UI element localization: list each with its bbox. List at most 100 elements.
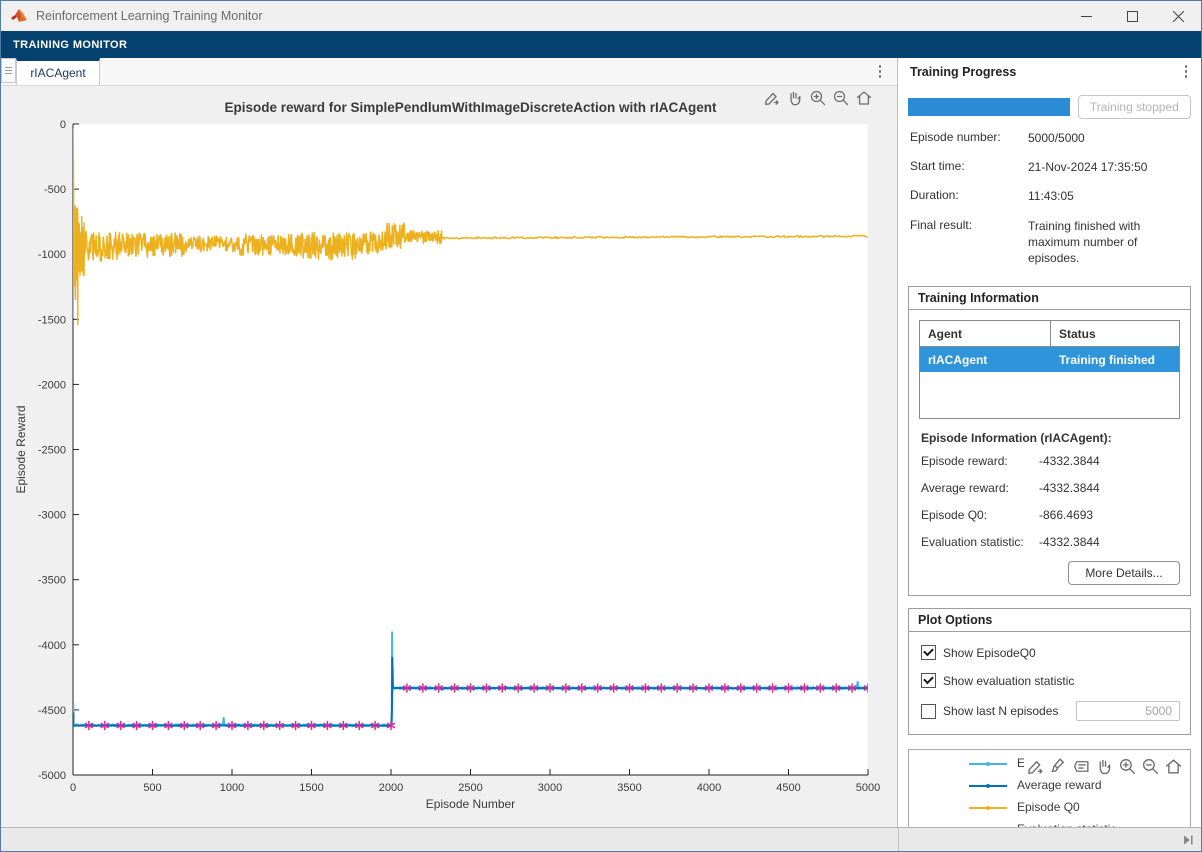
expand-panel-icon[interactable]: [1182, 834, 1194, 846]
document-tab-strip: rIACAgent: [1, 58, 897, 86]
tab-training-monitor[interactable]: TRAINING MONITOR: [13, 39, 127, 51]
document-menu-kebab-icon[interactable]: [871, 58, 889, 85]
zoom-out-icon[interactable]: [831, 88, 850, 107]
episode-q0-value: -866.4693: [1039, 508, 1093, 522]
panel-menu-kebab-icon[interactable]: [1177, 58, 1195, 85]
panel-title: Training Progress: [910, 65, 1016, 79]
episode-q0-line-sample: [969, 807, 1007, 809]
show-last-n-episodes-checkbox[interactable]: [921, 704, 936, 719]
export-icon[interactable]: [1026, 757, 1045, 776]
matlab-logo-icon: [10, 8, 28, 24]
show-evaluation-statistic-checkbox[interactable]: [921, 673, 936, 688]
episode-information-title: Episode Information (rIACAgent):: [921, 431, 1180, 445]
svg-text:-4000: -4000: [38, 640, 66, 652]
table-empty-area: [920, 372, 1179, 418]
evaluation-statistic-stat: Evaluation statistic: -4332.3844: [921, 528, 1178, 555]
svg-text:-3500: -3500: [38, 575, 66, 587]
floating-axes-toolbar: [1024, 756, 1185, 777]
training-progress-panel: Training Progress Training stopped Episo…: [898, 58, 1201, 827]
svg-text:-4500: -4500: [38, 705, 66, 717]
pan-hand-icon[interactable]: [785, 88, 804, 107]
duration-value: 11:43:05: [1028, 188, 1188, 204]
toolstrip: TRAINING MONITOR: [1, 31, 1201, 58]
plot-options-section: Plot Options Show EpisodeQ0 Show evaluat…: [908, 608, 1191, 735]
table-header-row: Agent Status: [920, 321, 1179, 347]
episode-q0-stat: Episode Q0: -866.4693: [921, 501, 1178, 528]
training-stopped-button[interactable]: Training stopped: [1078, 95, 1191, 119]
zoom-in-icon[interactable]: [1118, 757, 1137, 776]
status-bar: [1, 827, 1201, 852]
zoom-in-icon[interactable]: [808, 88, 827, 107]
show-evaluation-statistic-option[interactable]: Show evaluation statistic: [921, 673, 1180, 688]
average-reward-stat: Average reward: -4332.3844: [921, 474, 1178, 501]
column-header-agent: Agent: [920, 321, 1051, 346]
show-episodeq0-checkbox[interactable]: [921, 645, 936, 660]
figure-canvas: 0 500 1000 1500 2000 2500 3000 3500 4000 4500 5000…: [1, 86, 897, 828]
restore-view-icon[interactable]: [1164, 757, 1183, 776]
svg-text:0: 0: [70, 782, 76, 794]
final-result-value: Training finished with maximum number of…: [1028, 218, 1178, 267]
pan-hand-icon[interactable]: [1095, 757, 1114, 776]
svg-text:5000: 5000: [856, 782, 880, 794]
svg-text:1000: 1000: [220, 782, 244, 794]
svg-text:-2000: -2000: [38, 379, 66, 391]
training-progress-bar: [908, 98, 1070, 116]
n-episodes-input[interactable]: 5000: [1076, 701, 1180, 721]
section-title: Training Information: [909, 287, 1190, 310]
progress-bar-fill: [908, 98, 1070, 116]
average-reward-line-sample: [969, 785, 1007, 787]
zoom-out-icon[interactable]: [1141, 757, 1160, 776]
episode-number-value: 5000/5000: [1028, 130, 1188, 146]
svg-text:2500: 2500: [458, 782, 482, 794]
episode-reward-stat: Episode reward: -4332.3844: [921, 447, 1178, 474]
svg-text:-3000: -3000: [38, 510, 66, 522]
svg-text:0: 0: [60, 119, 66, 131]
svg-text:-5000: -5000: [38, 770, 66, 782]
start-time-value: 21-Nov-2024 17:35:50: [1028, 159, 1188, 175]
svg-text:-500: -500: [44, 184, 66, 196]
svg-text:3500: 3500: [617, 782, 641, 794]
export-icon[interactable]: [762, 88, 781, 107]
minimize-button[interactable]: [1063, 1, 1109, 31]
episode-reward-value: -4332.3844: [1039, 454, 1100, 468]
svg-text:Episode Number: Episode Number: [426, 797, 515, 811]
datatips-icon[interactable]: [1072, 757, 1091, 776]
tab-strip-grip-icon[interactable]: [1, 58, 16, 83]
svg-text:500: 500: [143, 782, 161, 794]
window-title: Reinforcement Learning Training Monitor: [36, 9, 263, 23]
close-button[interactable]: [1155, 1, 1201, 31]
more-details-button[interactable]: More Details...: [1068, 561, 1180, 585]
svg-text:-1500: -1500: [38, 314, 66, 326]
evaluation-statistic-value: -4332.3844: [1039, 535, 1100, 549]
brush-icon[interactable]: [1049, 757, 1068, 776]
axes-toolbar: [762, 88, 873, 107]
duration-row: Duration: 11:43:05: [908, 181, 1191, 210]
start-time-row: Start time: 21-Nov-2024 17:35:50: [908, 152, 1191, 181]
episode-reward-line-sample: [969, 763, 1007, 765]
svg-text:Episode Reward: Episode Reward: [14, 405, 28, 493]
svg-text:-1000: -1000: [38, 249, 66, 261]
restore-view-icon[interactable]: [854, 88, 873, 107]
column-header-status: Status: [1051, 321, 1179, 346]
svg-text:4500: 4500: [776, 782, 800, 794]
section-title: Plot Options: [909, 609, 1190, 632]
svg-text:-2500: -2500: [38, 445, 66, 457]
show-episodeq0-option[interactable]: Show EpisodeQ0: [921, 645, 1180, 660]
svg-text:3000: 3000: [538, 782, 562, 794]
tab-rlacagent[interactable]: rIACAgent: [16, 58, 100, 85]
svg-text:Episode reward for SimplePendl: Episode reward for SimplePendlumWithImag…: [225, 100, 717, 115]
svg-text:4000: 4000: [697, 782, 721, 794]
svg-text:2000: 2000: [379, 782, 403, 794]
reward-chart[interactable]: 0 500 1000 1500 2000 2500 3000 3500 4000 4500 5000…: [1, 86, 898, 828]
maximize-button[interactable]: [1109, 1, 1155, 31]
show-last-n-episodes-option[interactable]: Show last N episodes 5000: [921, 701, 1180, 721]
training-information-section: Training Information Agent Status rIACAg…: [908, 286, 1191, 596]
legend-item-episode-q0[interactable]: Episode Q0: [909, 799, 1190, 816]
average-reward-value: -4332.3844: [1039, 481, 1100, 495]
app-window: Reinforcement Learning Training Monitor …: [0, 0, 1202, 852]
svg-text:1500: 1500: [299, 782, 323, 794]
title-bar: Reinforcement Learning Training Monitor: [1, 1, 1201, 31]
table-row-rlacagent[interactable]: rIACAgent Training finished: [920, 347, 1179, 372]
agents-table: Agent Status rIACAgent Training finished: [919, 320, 1180, 419]
legend-item-average-reward[interactable]: Average reward: [909, 777, 1190, 794]
